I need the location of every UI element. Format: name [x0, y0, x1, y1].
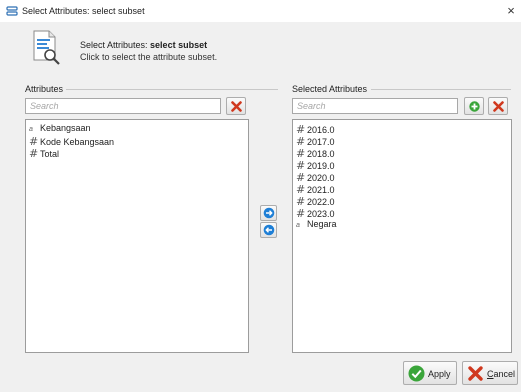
attribute-name: 2020.0	[307, 173, 335, 183]
string-type-icon: a	[296, 222, 300, 229]
attribute-name: 2022.0	[307, 197, 335, 207]
selected-search-placeholder: Search	[297, 101, 326, 111]
attribute-name: Kebangsaan	[40, 123, 91, 133]
attribute-list-item[interactable]: #2021.0	[296, 183, 335, 196]
cancel-button[interactable]: Cancel	[462, 361, 518, 385]
attribute-list-item[interactable]: a Kebangsaan	[29, 123, 91, 135]
selected-clear-button[interactable]	[488, 97, 508, 115]
attribute-name: 2016.0	[307, 125, 335, 135]
attribute-list-item[interactable]: # Total	[29, 147, 60, 160]
attribute-name: Negara	[307, 219, 337, 229]
header-title: Select Attributes: select subset	[80, 40, 208, 50]
string-type-icon: a	[29, 126, 33, 133]
attribute-name: 2023.0	[307, 209, 335, 219]
move-right-button[interactable]	[260, 205, 277, 221]
title-bar: Select Attributes: select subset ×	[0, 0, 521, 23]
attribute-name: 2021.0	[307, 185, 335, 195]
attribute-name: 2018.0	[307, 149, 335, 159]
attribute-list-item[interactable]: a Negara	[296, 219, 337, 231]
selected-attributes-list[interactable]: #2016.0 #2017.0 #2018.0 #2019.0 #2020.0 #2021…	[292, 119, 512, 353]
attribute-name: Kode Kebangsaan	[40, 137, 115, 147]
attributes-search-placeholder: Search	[30, 101, 59, 111]
attribute-name: 2017.0	[307, 137, 335, 147]
arrow-right-icon	[263, 207, 275, 219]
attributes-group-label: Attributes	[25, 84, 67, 94]
move-left-button[interactable]	[260, 222, 277, 238]
selected-add-button[interactable]	[464, 97, 484, 115]
green-plus-icon	[469, 101, 480, 112]
selected-group-rule	[371, 89, 511, 90]
check-icon	[408, 365, 425, 382]
apply-label: Apply	[428, 369, 451, 379]
attribute-list-item[interactable]: #2022.0	[296, 195, 335, 208]
apply-button[interactable]: Apply	[403, 361, 457, 385]
attribute-name: Total	[40, 149, 60, 159]
attribute-list-item[interactable]: #2023.0	[296, 207, 335, 220]
arrow-left-icon	[263, 224, 275, 236]
attribute-name: 2019.0	[307, 161, 335, 171]
window-title: Select Attributes: select subset	[22, 6, 145, 16]
select-attributes-dialog: Select Attributes: select subset × Selec…	[0, 0, 521, 392]
cancel-label: Cancel	[487, 369, 516, 379]
numeric-type-icon: #	[29, 147, 39, 160]
red-x-icon	[231, 101, 242, 112]
document-search-icon	[33, 30, 60, 65]
attribute-list-item[interactable]: #2019.0	[296, 159, 335, 172]
selected-search-input[interactable]: Search	[292, 98, 458, 114]
attributes-clear-button[interactable]	[226, 97, 246, 115]
attribute-list-item[interactable]: #2016.0	[296, 123, 335, 136]
attributes-group-rule	[58, 89, 278, 90]
close-button[interactable]: ×	[503, 3, 519, 19]
attribute-list-item[interactable]: #2017.0	[296, 135, 335, 148]
attribute-list-item[interactable]: # Kode Kebangsaan	[29, 135, 115, 148]
selected-group-label: Selected Attributes	[292, 84, 371, 94]
cancel-x-icon	[468, 366, 483, 381]
header-subtitle: Click to select the attribute subset.	[80, 52, 218, 62]
dialog-header: Select Attributes: select subset Click t…	[0, 22, 521, 74]
red-x-icon	[493, 101, 504, 112]
attribute-list-item[interactable]: #2018.0	[296, 147, 335, 160]
attributes-list[interactable]: a Kebangsaan # Kode Kebangsaan # Total	[25, 119, 249, 353]
attribute-list-item[interactable]: #2020.0	[296, 171, 335, 184]
app-icon	[6, 6, 18, 16]
attributes-search-input[interactable]: Search	[25, 98, 221, 114]
